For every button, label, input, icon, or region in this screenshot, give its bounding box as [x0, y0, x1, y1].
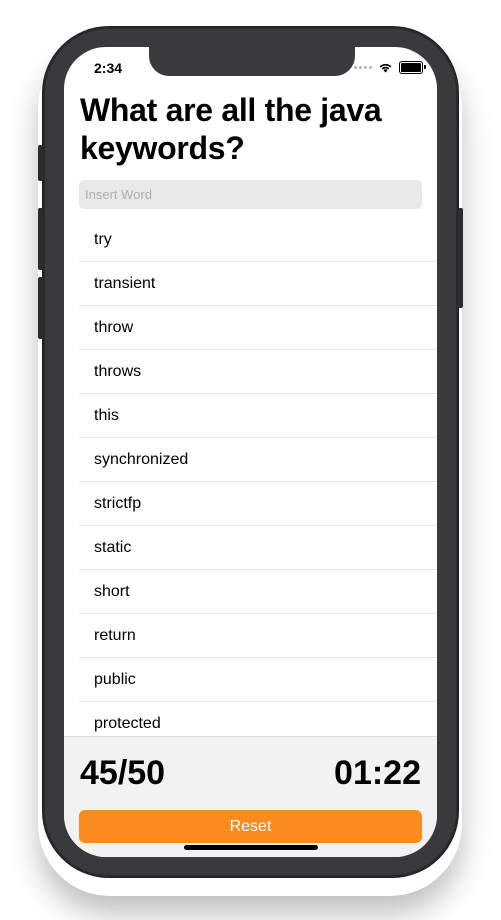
list-item[interactable]: strictfp: [79, 482, 437, 526]
score-counter: 45/50: [80, 754, 166, 792]
word-input[interactable]: [79, 180, 422, 209]
wifi-icon: [379, 63, 392, 73]
footer: 45/50 01:22 Reset: [64, 736, 437, 857]
list-item[interactable]: this: [79, 394, 437, 438]
list-item[interactable]: try: [79, 218, 437, 262]
list-item[interactable]: transient: [79, 262, 437, 306]
notch: [149, 47, 355, 76]
app-screen: 2:34 What are all the java keywords? try…: [64, 47, 437, 857]
list-item[interactable]: protected: [79, 702, 437, 736]
silent-switch: [38, 145, 43, 181]
list-item[interactable]: throws: [79, 350, 437, 394]
list-item[interactable]: short: [79, 570, 437, 614]
list-item[interactable]: static: [79, 526, 437, 570]
list-item[interactable]: return: [79, 614, 437, 658]
list-item[interactable]: synchronized: [79, 438, 437, 482]
page-title: What are all the java keywords?: [80, 92, 382, 166]
home-indicator[interactable]: [184, 845, 318, 850]
status-time: 2:34: [94, 60, 123, 76]
list-item[interactable]: public: [79, 658, 437, 702]
volume-up-button: [38, 208, 43, 270]
signal-icon: [354, 66, 372, 69]
status-icons: [354, 61, 426, 74]
battery-icon: [399, 61, 426, 74]
list-item[interactable]: throw: [79, 306, 437, 350]
timer: 01:22: [334, 754, 421, 792]
volume-down-button: [38, 277, 43, 339]
word-list[interactable]: try transient throw throws this synchronized s…: [79, 218, 437, 736]
reset-button[interactable]: Reset: [79, 810, 422, 843]
power-button: [458, 208, 463, 308]
